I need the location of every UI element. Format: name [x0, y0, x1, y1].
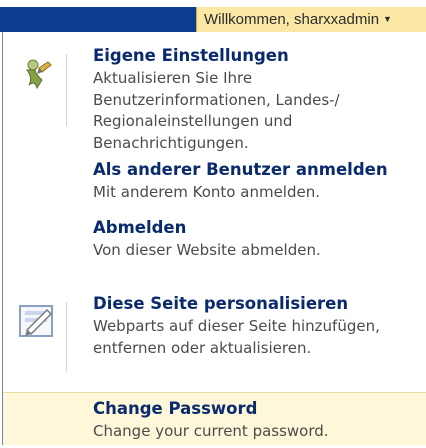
edit-page-icon — [17, 302, 57, 344]
menu-item-sign-out[interactable]: Abmelden Von dieser Website abmelden. — [3, 218, 426, 266]
menu-item-title: Eigene Einstellungen — [93, 46, 289, 65]
menu-item-description: Aktualisieren Sie Ihre Benutzerinformati… — [93, 69, 340, 152]
user-settings-icon — [23, 58, 53, 102]
menu-item-my-settings[interactable]: Eigene Einstellungen Aktualisieren Sie I… — [3, 46, 426, 152]
welcome-menu-button[interactable]: Willkommen, sharxxadmin ▼ — [196, 7, 426, 32]
menu-item-title: Diese Seite personalisieren — [93, 294, 349, 313]
menu-item-sign-in-as-different-user[interactable]: Als anderer Benutzer anmelden Mit andere… — [3, 160, 426, 208]
menu-item-description: Mit anderem Konto anmelden. — [93, 183, 320, 201]
menu-item-change-password[interactable]: Change Password Change your current pass… — [3, 392, 426, 445]
top-bar: Willkommen, sharxxadmin ▼ — [0, 0, 426, 32]
menu-item-title: Abmelden — [93, 218, 187, 237]
chevron-down-icon: ▼ — [383, 14, 392, 24]
menu-item-description: Von dieser Website abmelden. — [93, 241, 321, 259]
menu-item-title: Als anderer Benutzer anmelden — [93, 160, 388, 179]
welcome-label: Willkommen, sharxxadmin — [204, 11, 380, 28]
menu-item-title: Change Password — [93, 399, 258, 418]
user-menu-dropdown: Eigene Einstellungen Aktualisieren Sie I… — [2, 32, 426, 445]
menu-item-description: Webparts auf dieser Seite hinzufügen, en… — [93, 317, 380, 357]
menu-item-personalize-page[interactable]: Diese Seite personalisieren Webparts auf… — [3, 294, 426, 384]
menu-item-description: Change your current password. — [93, 422, 329, 440]
